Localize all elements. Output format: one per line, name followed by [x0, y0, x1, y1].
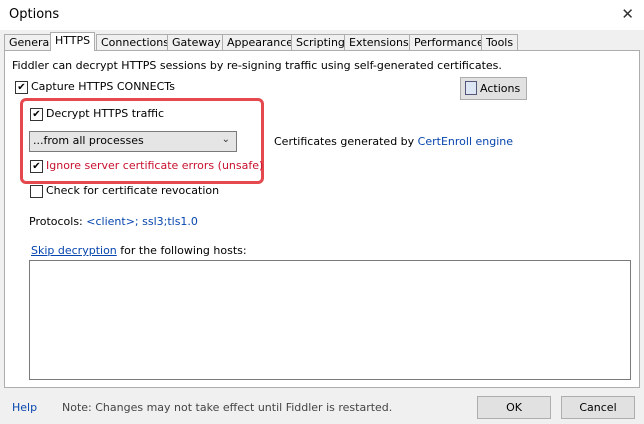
ignore-cert-errors-checkbox[interactable]: ✔ — [30, 160, 43, 173]
protocols-label: Protocols: — [29, 215, 87, 228]
window-title: Options — [9, 7, 60, 22]
cancel-button[interactable]: Cancel — [561, 396, 635, 419]
tab-tools[interactable]: Tools — [481, 34, 519, 51]
process-filter-dropdown[interactable]: ...from all processes ⌄ — [29, 131, 237, 152]
capture-connects-label: Capture HTTPS CONNECTs — [31, 80, 175, 93]
decrypt-traffic-checkbox[interactable]: ✔ — [30, 108, 43, 121]
check-revocation-label: Check for certificate revocation — [46, 184, 220, 197]
process-filter-value: ...from all processes — [33, 134, 144, 147]
decrypt-traffic-label: Decrypt HTTPS traffic — [46, 107, 164, 120]
checkmark-icon: ✔ — [17, 81, 26, 93]
tab-gateway[interactable]: Gateway — [167, 34, 226, 51]
tab-https[interactable]: HTTPS — [50, 32, 96, 51]
cert-generator-prefix: Certificates generated by — [274, 135, 418, 148]
checkmark-icon: ✔ — [32, 108, 41, 120]
skip-decryption-link[interactable]: Skip decryption — [31, 244, 117, 257]
protocols-link[interactable]: <client>; ssl3;tls1.0 — [86, 215, 198, 228]
actions-button[interactable]: Actions — [460, 77, 527, 100]
intro-text: Fiddler can decrypt HTTPS sessions by re… — [12, 59, 502, 72]
skip-decryption-suffix: for the following hosts: — [116, 244, 247, 257]
certenroll-link[interactable]: CertEnroll engine — [418, 135, 513, 148]
ok-button[interactable]: OK — [477, 396, 551, 419]
close-icon[interactable]: ✕ — [621, 5, 634, 23]
check-revocation-checkbox[interactable] — [30, 185, 43, 198]
tab-scripting[interactable]: Scripting — [291, 34, 350, 51]
title-bar: Options ✕ — [0, 0, 644, 30]
tab-appearance[interactable]: Appearance — [222, 34, 299, 51]
chevron-down-icon: ⌄ — [221, 134, 230, 145]
restart-note: Note: Changes may not take effect until … — [62, 401, 393, 414]
checkmark-icon: ✔ — [32, 160, 41, 172]
skip-hosts-textarea[interactable] — [29, 260, 631, 380]
tab-extensions[interactable]: Extensions — [344, 34, 414, 51]
help-link[interactable]: Help — [12, 401, 37, 414]
tab-connections[interactable]: Connections — [96, 34, 174, 51]
ignore-cert-errors-label: Ignore server certificate errors (unsafe… — [46, 159, 264, 172]
tab-performance[interactable]: Performance — [409, 34, 489, 51]
actions-button-label: Actions — [480, 82, 521, 95]
protocols-line: Protocols: <client>; ssl3;tls1.0 — [29, 215, 198, 228]
cert-generator-text: Certificates generated by CertEnroll eng… — [274, 135, 513, 148]
capture-connects-checkbox[interactable]: ✔ — [15, 81, 28, 94]
skip-decryption-line: Skip decryption for the following hosts: — [31, 244, 247, 257]
certificate-icon — [465, 81, 477, 95]
